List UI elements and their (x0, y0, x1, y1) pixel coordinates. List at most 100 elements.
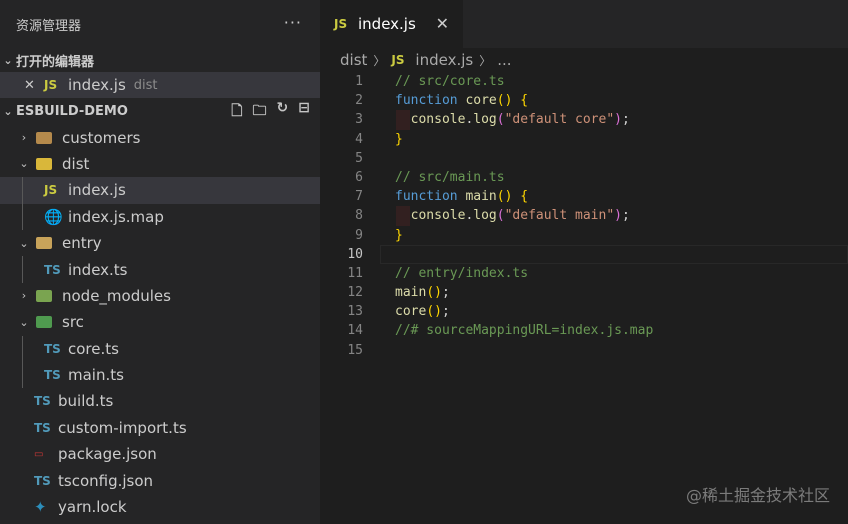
file-tree: › customers ⌄ dist JS index.js 🌐 index.js.map ⌄ e… (0, 124, 320, 520)
code-line: 10 (320, 244, 848, 264)
js-file-icon: JS (44, 183, 58, 198)
code-token: // src/core.ts (395, 74, 505, 89)
tree-item-label: core.ts (68, 339, 119, 358)
breadcrumb-file[interactable]: index.js (415, 51, 473, 69)
tree-file[interactable]: TS custom-import.ts (0, 415, 320, 441)
tree-file[interactable]: TS tsconfig.json (0, 467, 320, 493)
more-actions-icon[interactable]: ··· (284, 13, 302, 32)
tab-label: index.js (358, 15, 416, 33)
tree-item-label: customers (62, 128, 141, 147)
tree-item-label: custom-import.ts (58, 418, 187, 437)
explorer-header: 资源管理器 ··· (0, 0, 320, 48)
tree-item-label: build.ts (58, 392, 114, 411)
line-number: 11 (347, 265, 363, 281)
indent-guide (22, 177, 23, 230)
folder-icon (36, 316, 52, 329)
breadcrumb-folder[interactable]: dist (340, 51, 367, 69)
chevron-down-icon[interactable]: ⌄ (16, 316, 32, 329)
tree-folder-src[interactable]: ⌄ src (0, 309, 320, 335)
chevron-down-icon: ⌄ (3, 104, 13, 118)
project-section[interactable]: ⌄ ESBUILD-DEMO 🗋 🗀 ↻ ⊟ (0, 98, 320, 124)
open-editors-section[interactable]: ⌄ 打开的编辑器 (0, 48, 320, 72)
line-number: 14 (347, 323, 363, 339)
code-text: // src/main.ts (395, 168, 505, 187)
folder-icon (36, 289, 52, 302)
ts-file-icon: TS (44, 368, 61, 383)
line-number: 15 (347, 342, 363, 358)
tree-folder-entry[interactable]: ⌄ entry (0, 230, 320, 256)
code-view[interactable]: 1// src/core.ts 2 function core() {3 conso… (320, 72, 848, 360)
tree-item-label: package.json (58, 445, 157, 464)
explorer-title: 资源管理器 (16, 18, 82, 34)
collapse-all-icon[interactable]: ⊟ (298, 100, 310, 124)
code-line: 7 function main() { (320, 187, 848, 206)
code-line: 12 main(); (320, 283, 848, 302)
tree-folder-dist[interactable]: ⌄ dist (0, 151, 320, 177)
line-number: 2 (355, 93, 363, 109)
line-number: 8 (355, 208, 363, 224)
code-token: ; (441, 304, 450, 320)
line-number: 4 (355, 131, 363, 147)
chevron-down-icon[interactable]: ⌄ (16, 157, 32, 170)
tree-file[interactable]: ▭ package.json (0, 441, 320, 467)
explorer-toolbar: 🗋 🗀 ↻ ⊟ (231, 100, 310, 124)
chevron-down-icon[interactable]: ⌄ (16, 237, 32, 250)
code-token: ) (614, 112, 622, 128)
code-text: console.log("default main"); (395, 206, 630, 225)
tree-file[interactable]: 🌐 index.js.map (0, 204, 320, 230)
code-line: 15 (320, 341, 848, 360)
tree-file[interactable]: TS index.ts (0, 256, 320, 282)
code-token: () { (496, 189, 529, 205)
code-token: function (395, 93, 466, 109)
code-text: //# sourceMappingURL=index.js.map (395, 321, 653, 340)
tree-folder-customers[interactable]: › customers (0, 124, 320, 150)
code-token: () (426, 304, 442, 320)
tree-item-label: entry (62, 234, 102, 253)
tree-folder-node_modules[interactable]: › node_modules (0, 283, 320, 309)
code-line: 3 console.log("default core"); (320, 110, 848, 130)
open-editor-item[interactable]: ✕ JS index.js dist (0, 72, 320, 99)
close-icon[interactable]: ✕ (436, 14, 449, 33)
line-number: 12 (347, 285, 363, 301)
code-token: () (426, 285, 442, 301)
new-file-icon[interactable]: 🗋 (231, 100, 242, 124)
folder-icon (36, 131, 52, 144)
code-token: log (473, 208, 497, 224)
code-line: 9} (320, 226, 848, 245)
tree-file[interactable]: JS index.js (0, 177, 320, 204)
tree-item-label: tsconfig.json (58, 471, 154, 490)
breadcrumb-tail[interactable]: ... (497, 51, 511, 69)
chevron-right-icon: 〉 (479, 53, 492, 68)
code-line: 4} (320, 130, 848, 149)
tree-file[interactable]: TS build.ts (0, 388, 320, 414)
tree-file[interactable]: ✦ yarn.lock (0, 494, 320, 520)
breadcrumb: dist 〉 JS index.js 〉 ... (320, 48, 848, 72)
open-editor-name: index.js (68, 76, 126, 95)
code-line: 1 // src/core.ts (320, 72, 848, 91)
code-line: 6 // src/main.ts (320, 168, 848, 187)
new-folder-icon[interactable]: 🗀 (253, 100, 267, 124)
code-line: 2 function core() { (320, 91, 848, 110)
code-token: // entry/index.ts (395, 265, 529, 281)
watermark: @稀土掘金技术社区 (685, 486, 830, 505)
editor-area: JS index.js ✕ dist 〉 JS index.js 〉 ... 1… (320, 0, 848, 524)
ts-file-icon: TS (44, 262, 61, 277)
chevron-right-icon[interactable]: › (16, 131, 32, 144)
ts-file-icon: TS (34, 394, 51, 409)
code-text: function core() { (395, 91, 528, 110)
close-icon[interactable]: ✕ (24, 78, 44, 93)
tree-file[interactable]: TS core.ts (0, 336, 320, 362)
line-number: 7 (355, 189, 363, 205)
open-editor-dir: dist (133, 77, 158, 93)
tree-file[interactable]: TS main.ts (0, 362, 320, 388)
code-token: ; (622, 208, 630, 224)
line-number: 10 (347, 246, 363, 262)
folder-icon (36, 157, 52, 170)
tab-index-js[interactable]: JS index.js ✕ (320, 0, 463, 48)
code-token: main (465, 189, 497, 205)
refresh-icon[interactable]: ↻ (277, 100, 289, 124)
tree-item-label: node_modules (62, 286, 171, 305)
chevron-right-icon[interactable]: › (16, 289, 32, 302)
code-text: main(); (395, 283, 450, 302)
